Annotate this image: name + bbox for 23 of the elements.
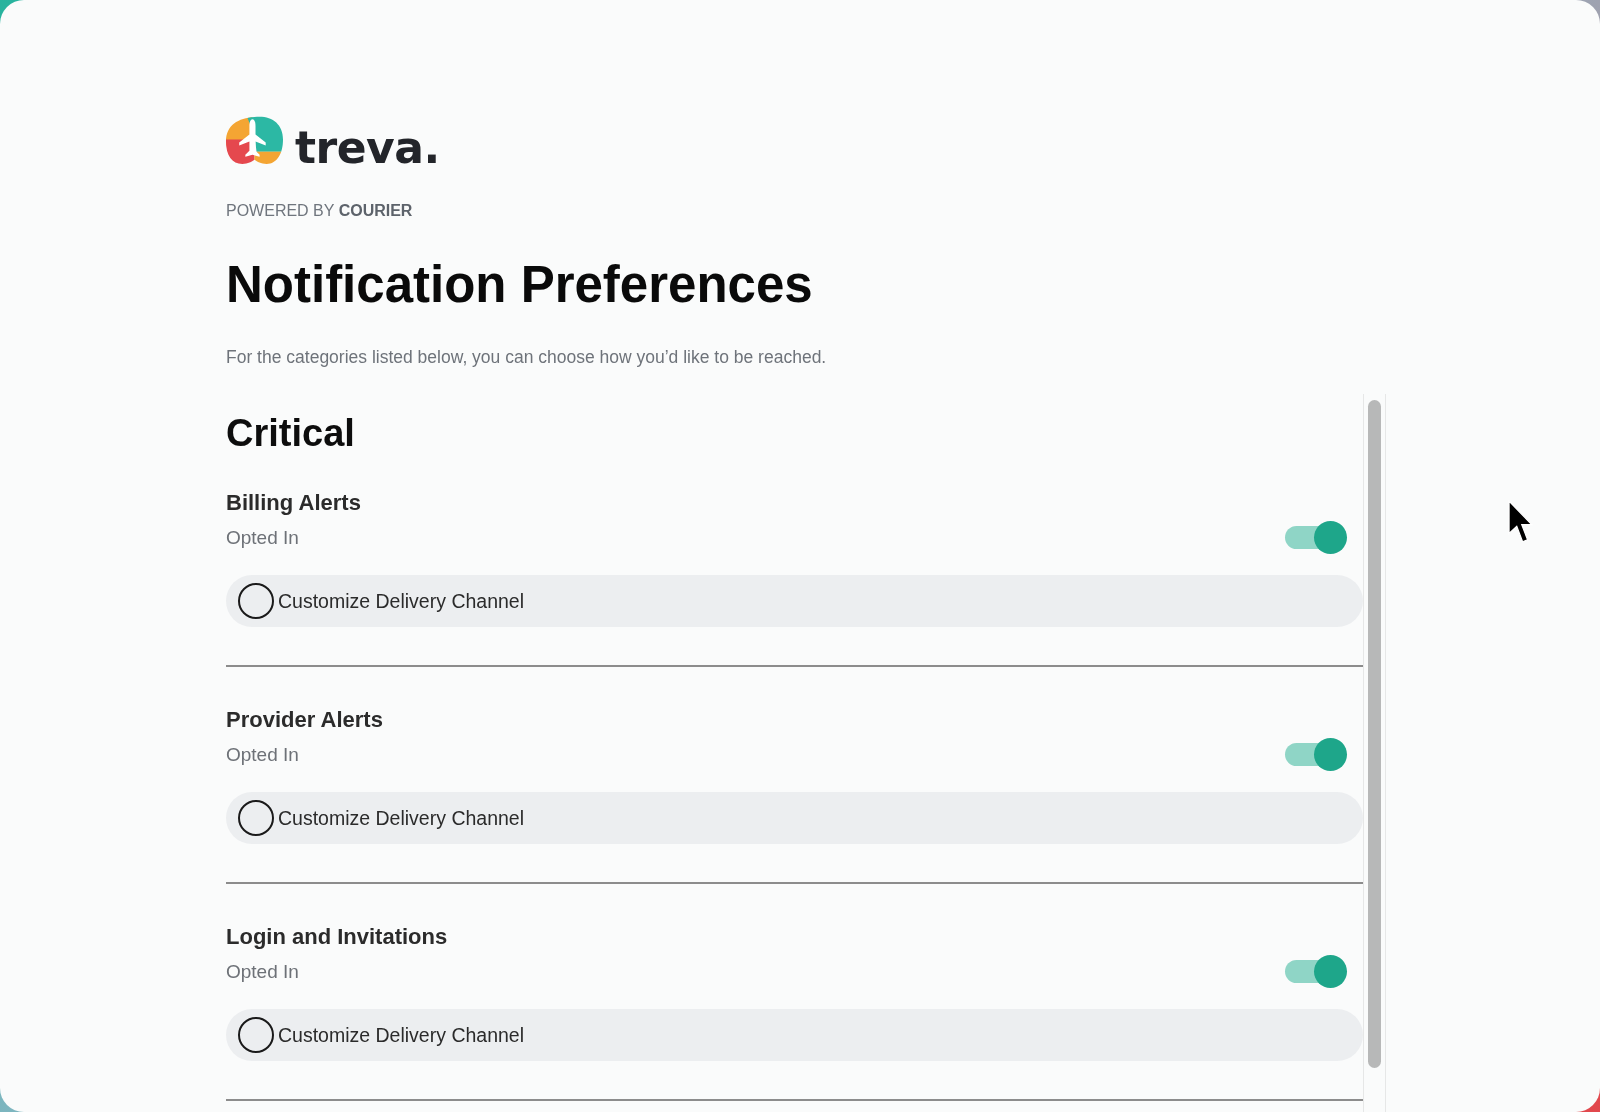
toggle-switch[interactable] [1285, 954, 1347, 988]
page-subtitle: For the categories listed below, you can choose how you’d like to be reached. [226, 346, 827, 368]
plane-logo-icon [226, 115, 283, 166]
section-title: Critical [226, 411, 356, 456]
cursor-icon [1508, 500, 1533, 544]
opt-status: Opted In [226, 959, 299, 983]
customize-channel-button[interactable]: Customize Delivery Channel [226, 575, 1363, 627]
checkbox[interactable] [238, 800, 274, 836]
toggle-switch[interactable] [1285, 737, 1347, 771]
scrollbar-thumb[interactable] [1368, 400, 1381, 1068]
preference-title: Login and Invitations [226, 924, 448, 950]
brand-name: treva. [295, 126, 440, 170]
checkbox[interactable] [238, 583, 274, 619]
customize-channel-button[interactable]: Customize Delivery Channel [226, 1009, 1363, 1061]
page-title: Notification Preferences [226, 255, 813, 315]
opt-status: Opted In [226, 525, 299, 549]
toggle-switch[interactable] [1285, 520, 1347, 554]
powered-by-text: POWERED BY COURIER [226, 201, 413, 220]
preference-title: Billing Alerts [226, 490, 361, 516]
opt-status: Opted In [226, 742, 299, 766]
preference-title: Provider Alerts [226, 707, 383, 733]
customize-channel-button[interactable]: Customize Delivery Channel [226, 792, 1363, 844]
checkbox[interactable] [238, 1017, 274, 1053]
